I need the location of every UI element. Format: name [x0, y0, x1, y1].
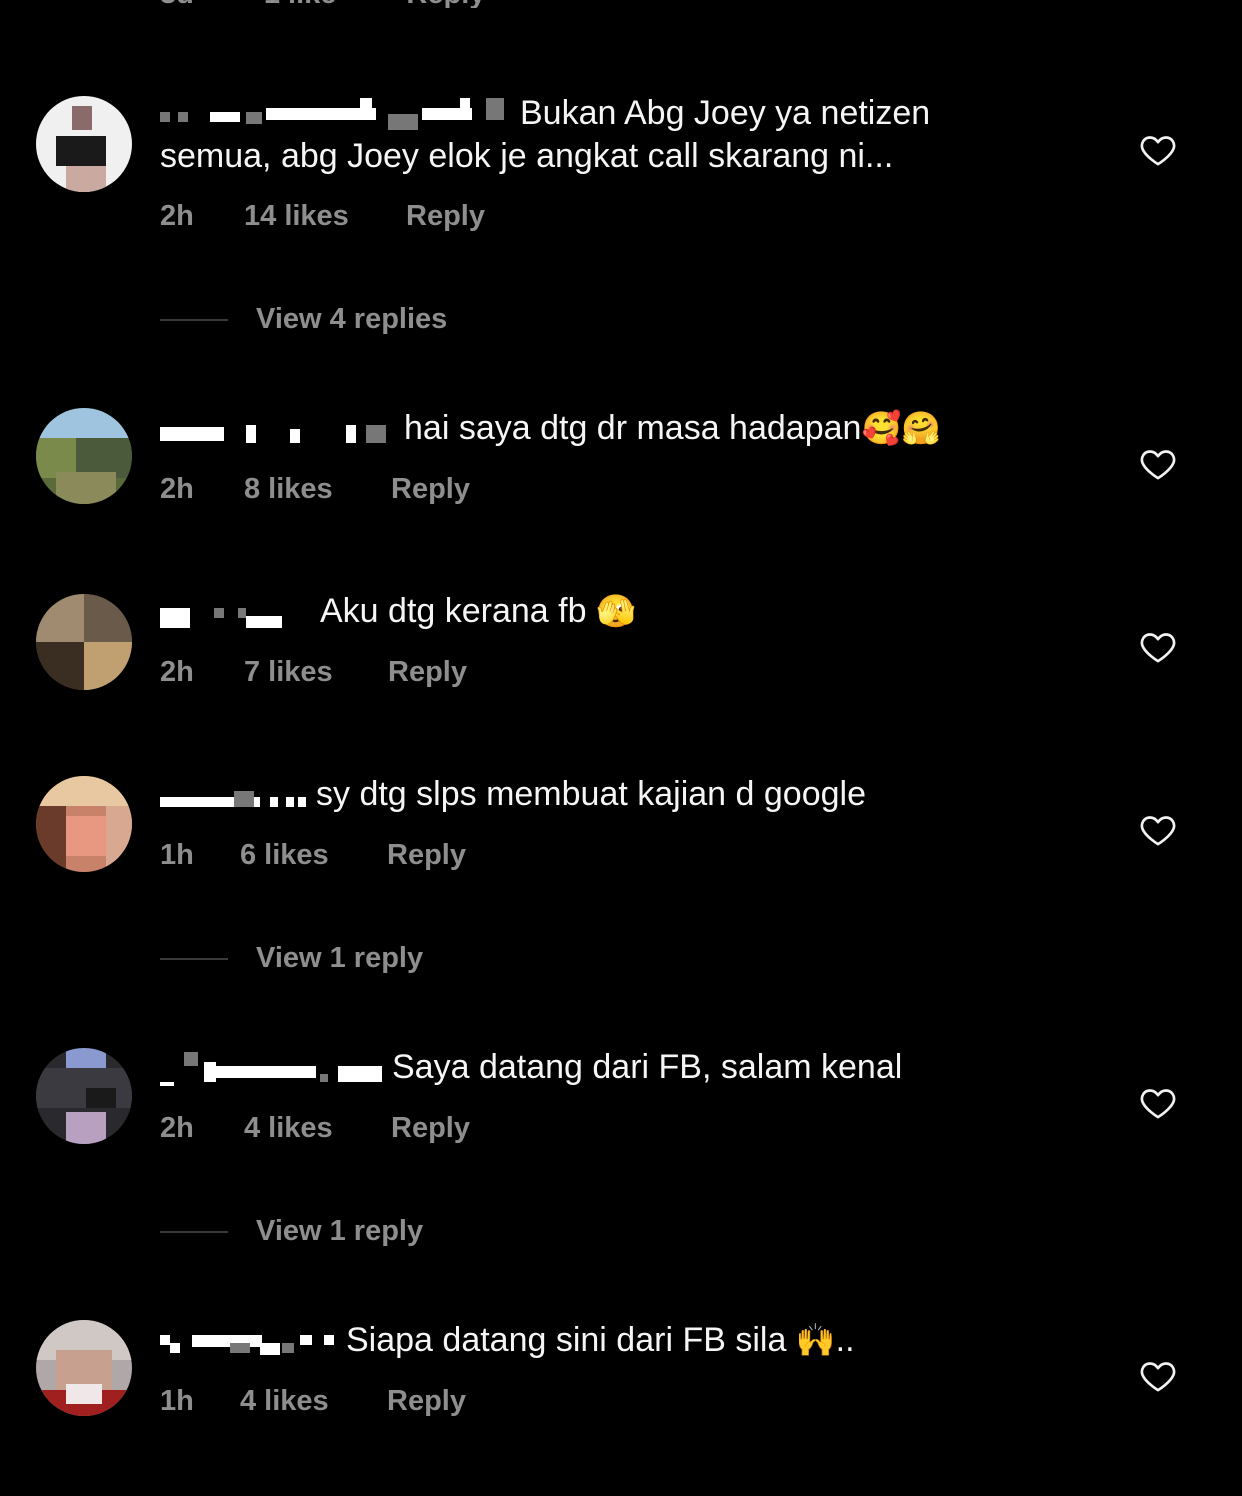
- reply-button[interactable]: Reply: [391, 1111, 470, 1145]
- username-redacted[interactable]: [160, 596, 310, 630]
- comment-likes[interactable]: 1 like: [264, 0, 337, 8]
- comment-meta: 2h 7 likes Reply: [160, 655, 467, 689]
- comment-text: sy dtg slps membuat kajian d google: [160, 773, 1090, 815]
- avatar[interactable]: [36, 408, 132, 504]
- reply-button[interactable]: Reply: [406, 0, 485, 8]
- comment-time: 3d: [160, 0, 194, 8]
- comment-meta: 2h 8 likes Reply: [160, 472, 470, 506]
- username-redacted[interactable]: [160, 779, 306, 813]
- comment-time: 2h: [160, 200, 194, 232]
- comment-meta: 2h 4 likes Reply: [160, 1111, 470, 1145]
- comment-text: Saya datang dari FB, salam kenal: [160, 1046, 1090, 1088]
- view-replies-button[interactable]: View 1 reply: [160, 1215, 423, 1248]
- comment-likes[interactable]: 4 likes: [244, 1111, 391, 1145]
- avatar[interactable]: [36, 96, 132, 192]
- heart-icon[interactable]: [1138, 810, 1178, 850]
- comment-text: Bukan Abg Joey ya netizen: [160, 92, 1090, 134]
- comment-likes[interactable]: 8 likes: [244, 472, 391, 506]
- replies-divider: [160, 1230, 228, 1233]
- view-replies-button[interactable]: View 1 reply: [160, 942, 423, 975]
- view-replies-label[interactable]: View 1 reply: [256, 1215, 423, 1248]
- comment-meta: 2h 14 likes Reply: [160, 199, 485, 233]
- emoji-icon: 🫣: [595, 593, 636, 629]
- avatar[interactable]: [36, 594, 132, 690]
- comment-body: Bukan Abg Joey ya netizen: [520, 94, 931, 132]
- comment-likes[interactable]: 14 likes: [244, 199, 406, 233]
- comment-likes[interactable]: 6 likes: [240, 838, 387, 872]
- avatar[interactable]: [36, 1320, 132, 1416]
- comment-meta: 1h 6 likes Reply: [160, 838, 466, 872]
- previous-comment-meta: 3d 1 like Reply: [160, 0, 485, 8]
- comment-text-continued: semua, abg Joey elok je angkat call skar…: [160, 137, 894, 175]
- reply-button[interactable]: Reply: [388, 655, 467, 689]
- avatar[interactable]: [36, 1048, 132, 1144]
- comment-meta: 1h 4 likes Reply: [160, 1384, 466, 1418]
- comment-body: hai saya dtg dr masa hadapan: [404, 409, 862, 447]
- comment-body: Saya datang dari FB, salam kenal: [392, 1048, 903, 1086]
- comment-time: 1h: [160, 1385, 194, 1417]
- view-replies-button[interactable]: View 4 replies: [160, 303, 447, 336]
- comment-body: sy dtg slps membuat kajian d google: [316, 775, 866, 813]
- comment-time: 2h: [160, 473, 194, 505]
- heart-icon[interactable]: [1138, 444, 1178, 484]
- username-redacted[interactable]: [160, 1325, 336, 1359]
- username-redacted[interactable]: [160, 98, 510, 132]
- comment-body: Aku dtg kerana fb: [320, 592, 587, 630]
- comment-text: Aku dtg kerana fb 🫣: [160, 590, 1090, 632]
- comment-time: 1h: [160, 839, 194, 871]
- replies-divider: [160, 957, 228, 960]
- comment-body: Siapa datang sini dari FB sila: [346, 1321, 787, 1359]
- heart-icon[interactable]: [1138, 130, 1178, 170]
- comment-time: 2h: [160, 656, 194, 688]
- reply-button[interactable]: Reply: [391, 472, 470, 506]
- heart-icon[interactable]: [1138, 627, 1178, 667]
- view-replies-label[interactable]: View 1 reply: [256, 942, 423, 975]
- avatar[interactable]: [36, 776, 132, 872]
- emoji-icons: 🥰🤗: [861, 410, 942, 446]
- reply-button[interactable]: Reply: [387, 838, 466, 872]
- comment-time: 2h: [160, 1112, 194, 1144]
- replies-divider: [160, 318, 228, 321]
- comment-body-suffix: ..: [835, 1321, 855, 1359]
- raising-hands-emoji-icon: 🙌: [795, 1322, 836, 1358]
- comment-likes[interactable]: 4 likes: [240, 1384, 387, 1418]
- comment-text: Siapa datang sini dari FB sila 🙌..: [160, 1319, 1090, 1361]
- reply-button[interactable]: Reply: [406, 199, 485, 233]
- username-redacted[interactable]: [160, 1052, 382, 1087]
- view-replies-label[interactable]: View 4 replies: [256, 303, 447, 336]
- heart-icon[interactable]: [1138, 1356, 1178, 1396]
- username-redacted[interactable]: [160, 413, 394, 447]
- comment-likes[interactable]: 7 likes: [244, 655, 388, 689]
- reply-button[interactable]: Reply: [387, 1384, 466, 1418]
- heart-icon[interactable]: [1138, 1083, 1178, 1123]
- comment-text: hai saya dtg dr masa hadapan🥰🤗: [160, 407, 1090, 449]
